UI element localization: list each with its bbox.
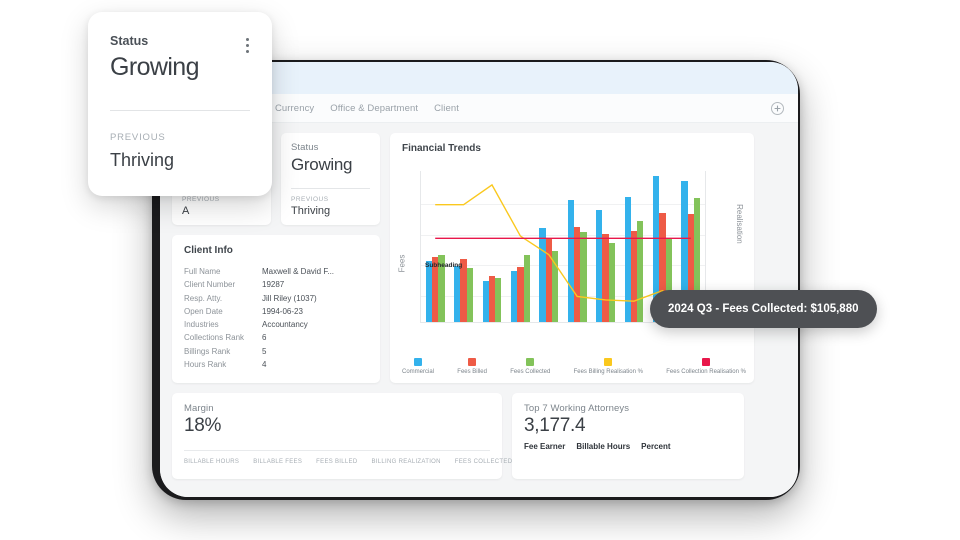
margin-card-label: Margin bbox=[184, 403, 214, 414]
financial-trends-title: Financial Trends bbox=[402, 143, 481, 154]
tab-office-department[interactable]: Office & Department bbox=[322, 103, 426, 114]
financial-trends-card: Financial Trends Fees Realisation Subhea… bbox=[390, 133, 754, 383]
client-info-key: Billings Rank bbox=[184, 346, 231, 356]
client-info-row: Billings Rank 5 bbox=[184, 345, 368, 358]
client-info-row: Client Number 19287 bbox=[184, 278, 368, 291]
status-card-2-previous-label: PREVIOUS bbox=[291, 196, 329, 203]
floating-status-label: Status bbox=[110, 34, 149, 48]
client-info-key: Full Name bbox=[184, 267, 221, 276]
chart-legend: Commercial Fees Billed Fees Collected Fees … bbox=[402, 358, 746, 375]
divider bbox=[291, 188, 370, 189]
tab-client[interactable]: Client bbox=[426, 103, 467, 114]
chart-legend-item[interactable]: Fees Billing Realisation % bbox=[574, 358, 643, 375]
client-info-row: Open Date 1994-06-23 bbox=[184, 305, 368, 318]
divider bbox=[184, 450, 490, 451]
chart-tooltip: 2024 Q3 - Fees Collected: $105,880 bbox=[650, 290, 877, 328]
chart-legend-swatch bbox=[702, 358, 711, 366]
chart-legend-label: Fees Collection Realisation % bbox=[666, 369, 746, 375]
margin-tab[interactable]: BILLABLE HOURS bbox=[184, 459, 239, 465]
chart-legend-swatch bbox=[604, 358, 613, 366]
client-info-row: Hours Rank 4 bbox=[184, 358, 368, 371]
chart-line-series bbox=[435, 183, 692, 309]
client-info-key: Collections Rank bbox=[184, 333, 245, 343]
chart-legend-item[interactable]: Fees Collected bbox=[510, 358, 550, 375]
client-info-value: Accountancy bbox=[262, 320, 308, 330]
margin-card-value: 18% bbox=[184, 415, 222, 436]
chart-legend-item[interactable]: Fees Billed bbox=[457, 358, 487, 375]
screenshot-stage: Calculation Reporting Currency Office & … bbox=[0, 0, 960, 540]
floating-status-previous-value: Thriving bbox=[110, 150, 175, 170]
client-info-value: 4 bbox=[262, 360, 267, 370]
chart-y2-axis-label: Realisation bbox=[735, 204, 745, 244]
client-info-row: Industries Accountancy bbox=[184, 318, 368, 331]
kebab-menu-icon[interactable] bbox=[246, 38, 250, 56]
margin-card: Margin 18% BILLABLE HOURS BILLABLE FEES FE… bbox=[172, 393, 512, 479]
chart-legend-label: Fees Billing Realisation % bbox=[573, 369, 643, 375]
client-info-key: Client Number bbox=[184, 280, 236, 290]
chart-legend-swatch bbox=[414, 358, 422, 366]
client-info-value: Jill Riley (1037) bbox=[262, 293, 317, 303]
margin-card-tabs: BILLABLE HOURS BILLABLE FEES FEES BILLED BI… bbox=[184, 459, 512, 465]
chart-legend-label: Fees Billed bbox=[457, 369, 487, 375]
floating-status-value: Growing bbox=[110, 53, 200, 81]
chart-legend-swatch bbox=[526, 358, 535, 366]
chart-legend-item[interactable]: Fees Collection Realisation % bbox=[666, 358, 746, 375]
status-card-2-value: Growing bbox=[291, 155, 353, 174]
top-attorneys-columns: Fee Earner Billable Hours Percent bbox=[524, 442, 732, 451]
margin-tab[interactable]: FEES COLLECTED bbox=[455, 459, 513, 465]
chart-legend-item[interactable]: Commercial bbox=[402, 358, 434, 375]
status-card-2-previous-value: Thriving bbox=[291, 205, 331, 217]
plus-circle-icon[interactable] bbox=[771, 101, 784, 115]
status-card-1-previous-label: PREVIOUS bbox=[182, 196, 220, 203]
top-attorneys-value: 3,177.4 bbox=[524, 415, 586, 436]
margin-tab[interactable]: BILLING REALIZATION bbox=[372, 459, 441, 465]
client-info-row: Resp. Atty. Jill Riley (1037) bbox=[184, 292, 368, 305]
client-info-value: 5 bbox=[262, 346, 267, 356]
client-info-card: Client Info Full Name Maxwell & David F..… bbox=[172, 235, 380, 383]
client-info-title: Client Info bbox=[184, 245, 233, 256]
client-info-row: Full Name Maxwell & David F... bbox=[184, 265, 368, 278]
attorneys-column-header[interactable]: Percent bbox=[641, 442, 670, 451]
chart-subheading: Subheading bbox=[425, 262, 463, 269]
chart-legend-label: Commercial bbox=[402, 369, 435, 375]
client-info-value: 1994-06-23 bbox=[262, 306, 303, 316]
status-card-2[interactable]: Status Growing PREVIOUS Thriving bbox=[281, 133, 380, 225]
client-info-row: Collections Rank 6 bbox=[184, 331, 368, 344]
status-card-1-previous-value: A bbox=[182, 205, 190, 217]
client-info-value: 6 bbox=[262, 333, 267, 343]
chart-legend-label: Fees Collected bbox=[510, 369, 551, 375]
client-info-key: Hours Rank bbox=[184, 360, 227, 370]
client-info-key: Industries bbox=[184, 320, 219, 330]
dashboard-bottom-row: Margin 18% BILLABLE HOURS BILLABLE FEES FE… bbox=[172, 393, 786, 479]
status-card-2-label: Status bbox=[291, 142, 319, 153]
floating-status-card[interactable]: Status Growing PREVIOUS Thriving bbox=[88, 12, 272, 196]
chart-legend-swatch bbox=[468, 358, 477, 366]
top-attorneys-label: Top 7 Working Attorneys bbox=[524, 403, 630, 414]
client-info-key: Resp. Atty. bbox=[184, 293, 223, 303]
chart-y-axis-label: Fees bbox=[397, 254, 407, 273]
client-info-value: 19287 bbox=[262, 280, 285, 290]
divider bbox=[110, 110, 250, 111]
floating-status-previous-label: PREVIOUS bbox=[110, 132, 166, 143]
attorneys-column-header[interactable]: Fee Earner bbox=[524, 442, 565, 451]
client-info-value: Maxwell & David F... bbox=[262, 267, 335, 276]
attorneys-column-header[interactable]: Billable Hours bbox=[576, 442, 630, 451]
margin-tab[interactable]: BILLABLE FEES bbox=[253, 459, 302, 465]
top-attorneys-card: Top 7 Working Attorneys 3,177.4 Fee Earn… bbox=[512, 393, 744, 479]
client-info-key: Open Date bbox=[184, 306, 223, 316]
client-info-rows: Full Name Maxwell & David F... Client Numb… bbox=[184, 265, 368, 371]
margin-tab[interactable]: FEES BILLED bbox=[316, 459, 357, 465]
